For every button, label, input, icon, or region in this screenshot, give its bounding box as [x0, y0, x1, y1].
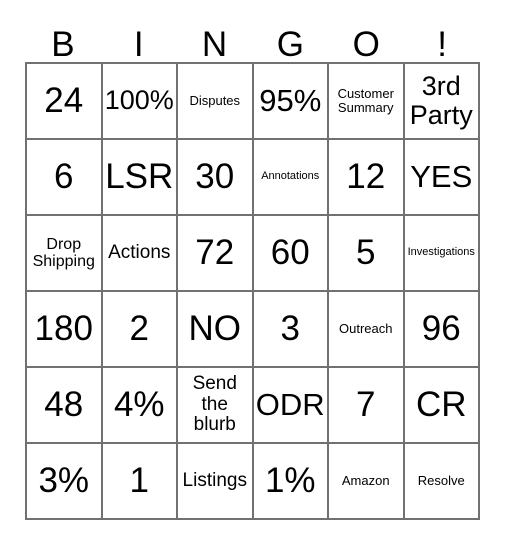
bingo-cell-r2c3[interactable]: 30 — [178, 140, 254, 216]
bingo-cell-r5c4[interactable]: ODR — [253, 368, 329, 444]
bingo-grid: 24 100% Disputes 95% Customer Summary 3rd Par… — [25, 62, 480, 520]
bingo-cell-label: 12 — [346, 157, 386, 197]
bingo-cell-label: 96 — [421, 309, 461, 349]
bingo-cell-label: 72 — [195, 233, 235, 273]
bingo-cell-label: Resolve — [417, 472, 465, 488]
bingo-header-letter-o: O — [352, 25, 380, 64]
bingo-cell-r2c1[interactable]: 6 — [27, 140, 103, 216]
bingo-cell-label: YES — [410, 159, 473, 195]
bingo-cell-r5c2[interactable]: 4% — [102, 368, 178, 444]
bingo-cell-r6c4[interactable]: 1% — [253, 444, 329, 520]
bingo-cell-r5c5[interactable]: 7 — [329, 368, 405, 444]
bingo-cell-label: ODR — [255, 387, 325, 423]
bingo-cell-label: 30 — [195, 157, 235, 197]
bingo-cell-r4c1[interactable]: 180 — [27, 292, 103, 368]
bingo-cell-label: 1 — [129, 461, 149, 501]
bingo-cell-label: Drop Shipping — [32, 235, 95, 270]
bingo-cell-r3c5[interactable]: 5 — [329, 216, 405, 292]
bingo-cell-label: CR — [415, 385, 467, 425]
bingo-cell-r5c1[interactable]: 48 — [27, 368, 103, 444]
bingo-cell-label: 48 — [44, 385, 84, 425]
bingo-cell-r6c3[interactable]: Listings — [178, 444, 254, 520]
bingo-cell-label: Outreach — [339, 320, 393, 336]
bingo-cell-r3c3[interactable]: 72 — [178, 216, 254, 292]
bingo-cell-label: 180 — [34, 309, 93, 349]
bingo-cell-r5c6[interactable]: CR — [404, 368, 480, 444]
bingo-cell-label: 95% — [259, 83, 322, 119]
bingo-header-letter-n: N — [201, 25, 228, 64]
bingo-cell-label: Listings — [182, 469, 247, 491]
bingo-cell-r6c2[interactable]: 1 — [102, 444, 178, 520]
bingo-cell-label: Send the blurb — [192, 373, 237, 436]
bingo-cell-r2c6[interactable]: YES — [404, 140, 480, 216]
bingo-header-letter-b: B — [51, 25, 75, 64]
bingo-cell-r6c1[interactable]: 3% — [27, 444, 103, 520]
bingo-cell-label: 3% — [38, 461, 90, 501]
bingo-cell-r5c3[interactable]: Send the blurb — [178, 368, 254, 444]
bingo-cell-label: 6 — [54, 157, 74, 197]
bingo-cell-label: Investigations — [407, 246, 475, 259]
bingo-cell-r4c3[interactable]: NO — [178, 292, 254, 368]
bingo-cell-r3c4[interactable]: 60 — [253, 216, 329, 292]
bingo-cell-label: 4% — [113, 385, 165, 425]
bingo-cell-label: NO — [188, 309, 242, 349]
bingo-cell-r6c6[interactable]: Resolve — [404, 444, 480, 520]
bingo-cell-label: Disputes — [189, 92, 241, 108]
bingo-cell-r1c3[interactable]: Disputes — [178, 64, 254, 140]
bingo-cell-r4c4[interactable]: 3 — [253, 292, 329, 368]
bingo-cell-r1c6[interactable]: 3rd Party — [404, 64, 480, 140]
bingo-cell-r3c2[interactable]: Actions — [102, 216, 178, 292]
bingo-cell-r4c6[interactable]: 96 — [404, 292, 480, 368]
bingo-cell-r1c1[interactable]: 24 — [27, 64, 103, 140]
bingo-cell-label: 1% — [264, 461, 316, 501]
bingo-cell-r6c5[interactable]: Amazon — [329, 444, 405, 520]
bingo-cell-r3c6[interactable]: Investigations — [404, 216, 480, 292]
bingo-cell-label: 5 — [356, 233, 376, 273]
bingo-cell-label: 60 — [270, 233, 310, 273]
bingo-cell-label: 100% — [104, 85, 174, 116]
bingo-cell-r1c5[interactable]: Customer Summary — [329, 64, 405, 140]
bingo-cell-label: Annotations — [261, 170, 320, 183]
bingo-cell-label: 7 — [356, 385, 376, 425]
bingo-cell-r3c1[interactable]: Drop Shipping — [27, 216, 103, 292]
bingo-header-letter-exclamation: ! — [437, 25, 447, 64]
bingo-cell-label: 3rd Party — [409, 70, 473, 130]
bingo-cell-label: LSR — [105, 157, 174, 197]
bingo-cell-r2c5[interactable]: 12 — [329, 140, 405, 216]
bingo-card: B I N G O ! 24 100% Disputes 95% Customer Su… — [0, 0, 506, 544]
bingo-cell-label: Actions — [108, 241, 171, 263]
bingo-cell-label: Customer Summary — [337, 85, 394, 115]
bingo-cell-r1c4[interactable]: 95% — [253, 64, 329, 140]
bingo-cell-label: Amazon — [341, 472, 390, 488]
bingo-cell-r2c2[interactable]: LSR — [102, 140, 178, 216]
bingo-cell-r4c5[interactable]: Outreach — [329, 292, 405, 368]
bingo-cell-r2c4[interactable]: Annotations — [253, 140, 329, 216]
bingo-header-row: B I N G O ! — [25, 14, 480, 62]
bingo-header-letter-i: I — [133, 25, 144, 64]
bingo-cell-label: 3 — [280, 309, 300, 349]
bingo-cell-label: 2 — [129, 309, 149, 349]
bingo-cell-r4c2[interactable]: 2 — [102, 292, 178, 368]
bingo-cell-label: 24 — [44, 81, 84, 121]
bingo-cell-r1c2[interactable]: 100% — [102, 64, 178, 140]
bingo-header-letter-g: G — [276, 25, 305, 64]
